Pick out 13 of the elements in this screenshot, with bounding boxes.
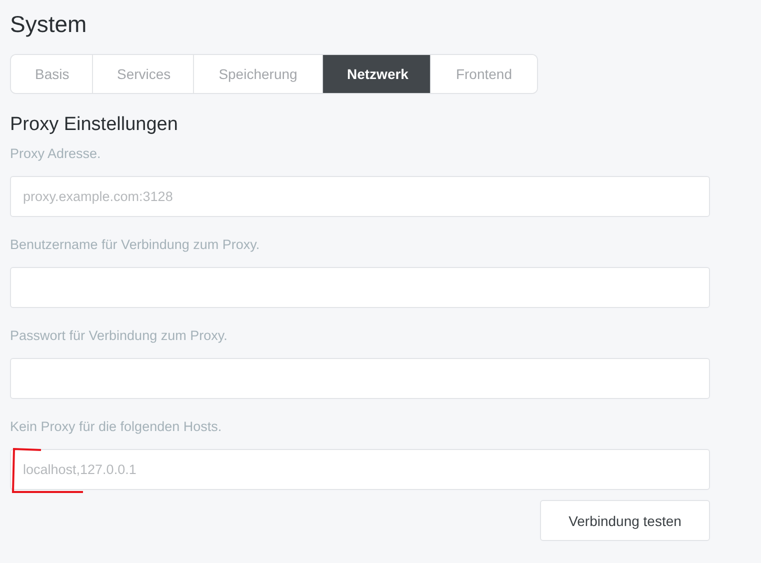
test-connection-button[interactable]: Verbindung testen — [540, 500, 710, 541]
tab[interactable]: Basis — [11, 55, 93, 93]
field-label: Benutzername für Verbindung zum Proxy. — [10, 237, 261, 253]
input-field[interactable] — [10, 267, 710, 308]
input-field[interactable] — [10, 358, 710, 399]
field-label: Passwort für Verbindung zum Proxy. — [10, 328, 228, 344]
tab[interactable]: Netzwerk — [323, 55, 431, 93]
section-heading: Proxy Einstellungen — [10, 114, 179, 136]
field-label: Kein Proxy für die folgenden Hosts. — [10, 419, 223, 435]
page-title: System — [10, 10, 88, 39]
field-label: Proxy Adresse. — [10, 146, 102, 162]
input-field[interactable]: proxy.example.com:3128 — [10, 176, 710, 217]
input-field[interactable]: localhost,127.0.0.1 — [10, 449, 710, 490]
